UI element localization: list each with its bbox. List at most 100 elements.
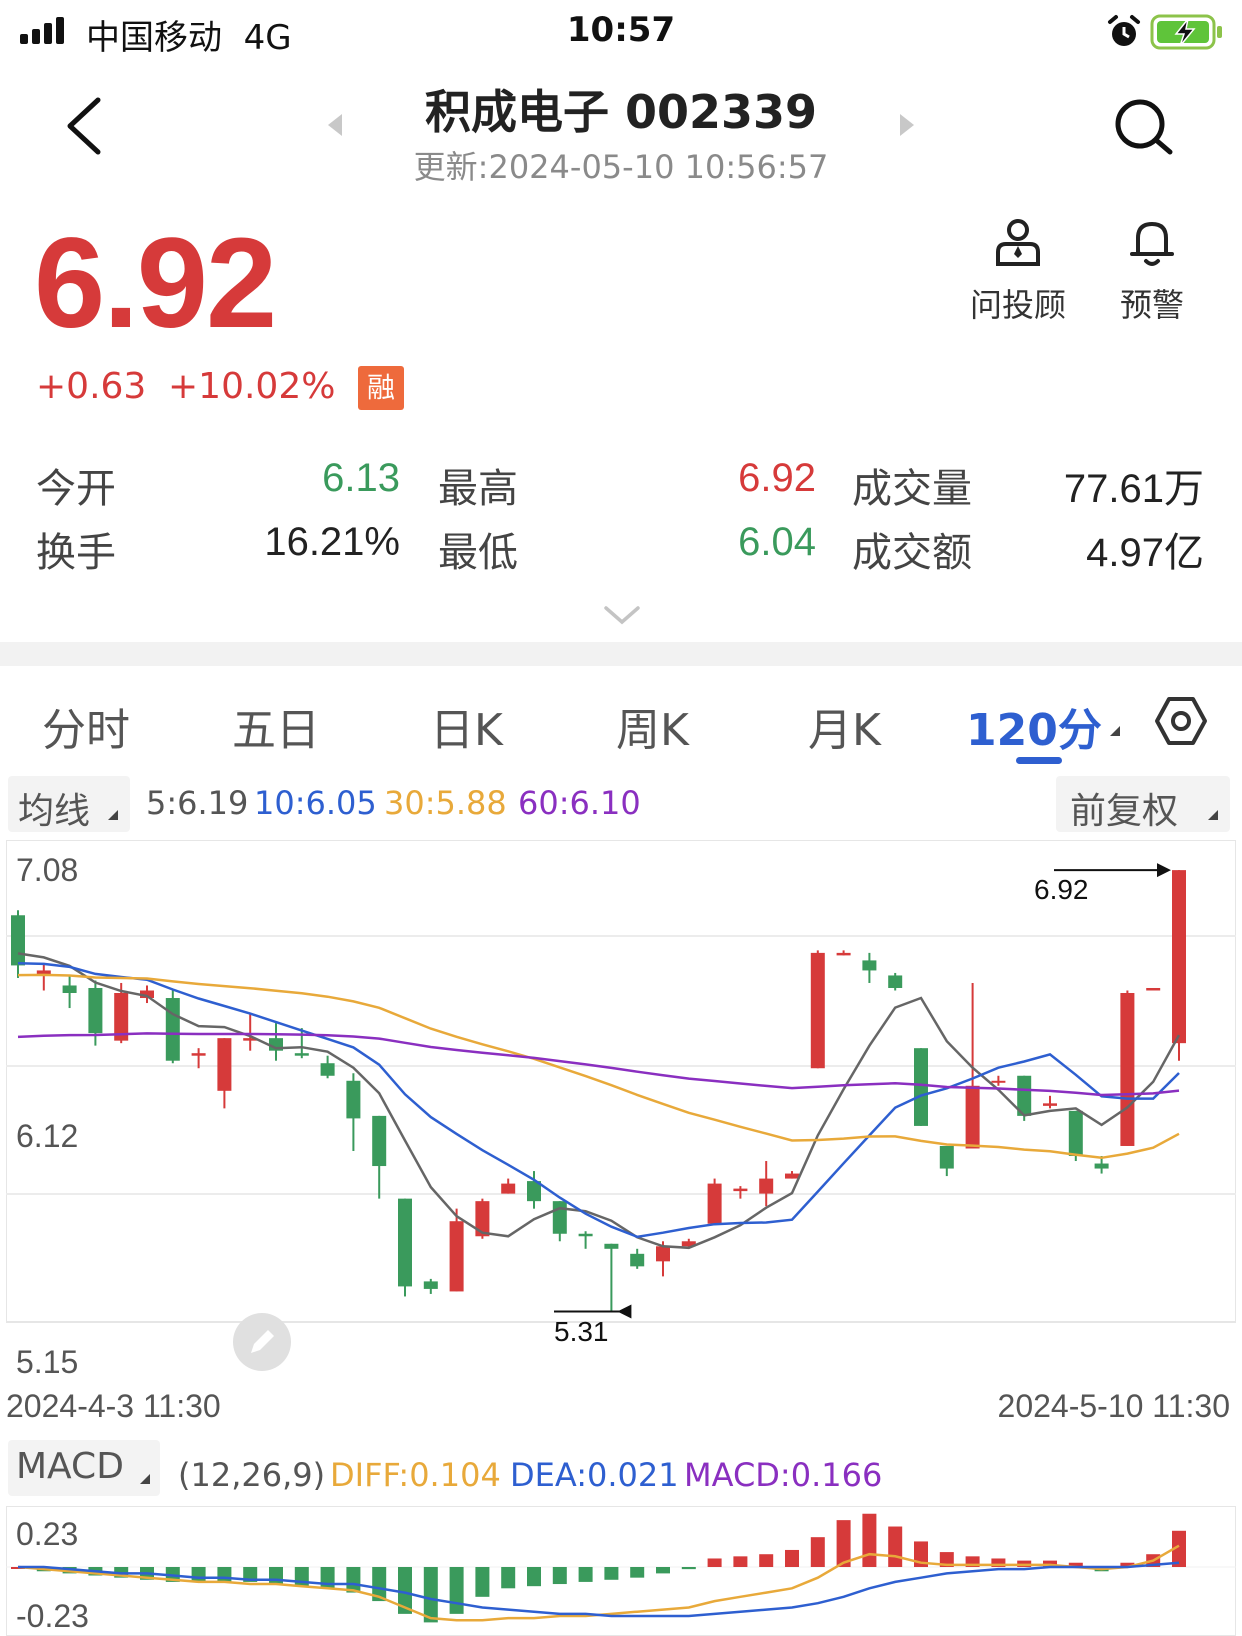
macd-bar [501, 1567, 516, 1589]
expand-chevron-icon[interactable] [602, 604, 642, 628]
candle-body [939, 1145, 954, 1169]
tab-intraday[interactable]: 分时 [42, 694, 130, 758]
macd-bar [759, 1554, 774, 1567]
tab-five-day[interactable]: 五日 [232, 694, 320, 758]
ma10-line [17, 961, 1180, 1239]
candle-body [630, 1253, 645, 1267]
macd-diff-value: DIFF:0.104 [330, 1456, 501, 1494]
alert-button[interactable]: 预警 [1092, 214, 1212, 326]
candle-body [1172, 870, 1186, 1044]
macd-bar [423, 1567, 438, 1623]
stat-value: 6.13 [322, 456, 400, 500]
ma60-value: 60:6.10 [518, 784, 641, 822]
margin-badge: 融 [358, 366, 404, 410]
macd-value: MACD:0.166 [684, 1456, 883, 1494]
back-button[interactable] [62, 96, 106, 156]
price-change: +0.63 [36, 366, 147, 407]
candle-body [914, 1048, 928, 1126]
macd-selector-label: MACD [16, 1446, 124, 1487]
candle-body [62, 985, 77, 994]
candle-body [191, 1053, 206, 1056]
battery-icon [1150, 14, 1222, 50]
search-icon[interactable] [1112, 96, 1176, 158]
tab-daily-k[interactable]: 日K [430, 694, 503, 758]
clock: 10:57 [566, 10, 676, 50]
macd-bar [552, 1567, 567, 1585]
candle-body [991, 1080, 1006, 1083]
candlestick-chart[interactable] [6, 840, 1236, 1380]
status-bar: 中国移动 4G 10:57 [0, 0, 1242, 64]
high-arrow-head [1157, 863, 1171, 878]
price-change-pct: +10.02% [168, 366, 336, 407]
y-axis-label-top: 7.08 [16, 852, 79, 888]
candle-body [1146, 987, 1161, 991]
candle-body [1043, 1103, 1057, 1106]
dropdown-triangle-icon [108, 810, 118, 820]
advisor-icon [996, 219, 1040, 266]
adjust-selector[interactable]: 前复权 [1056, 776, 1230, 832]
macd-chart[interactable] [6, 1506, 1236, 1636]
macd-bar [656, 1567, 670, 1574]
candle-body [656, 1246, 670, 1262]
tab-weekly-k[interactable]: 周K [616, 694, 689, 758]
alarm-icon [1108, 15, 1140, 46]
last-price: 6.92 [34, 212, 277, 355]
draw-tool-icon[interactable] [232, 1312, 292, 1372]
candle-body [372, 1115, 387, 1167]
x-axis-end-label: 2024-5-10 11:30 [997, 1388, 1230, 1424]
adjust-selector-label: 前复权 [1070, 791, 1179, 832]
ma60-line [17, 1032, 1180, 1097]
advisor-label: 问投顾 [969, 286, 1066, 324]
candle-body [1068, 1110, 1083, 1157]
tab-120min[interactable]: 120分 [966, 694, 1102, 758]
macd-bar [191, 1567, 206, 1582]
stat-value: 6.04 [738, 520, 816, 564]
diff-line [17, 1544, 1180, 1622]
stat-value: 4.97亿 [1086, 531, 1204, 575]
candle-body [398, 1198, 412, 1287]
stat-label: 今开 [36, 466, 116, 512]
ma10-value: 10:6.05 [254, 784, 377, 822]
macd-selector[interactable]: MACD [8, 1440, 160, 1496]
macd-bar [785, 1549, 799, 1567]
candle-body [604, 1243, 619, 1249]
settings-hexagon-icon[interactable] [1154, 694, 1208, 748]
candle-body [578, 1233, 593, 1237]
ma-selector[interactable]: 均线 [8, 776, 130, 832]
macd-bar [681, 1567, 696, 1570]
macd-bar [630, 1567, 645, 1578]
candle-body [810, 952, 825, 1069]
macd-bar [449, 1567, 464, 1614]
candle-body [320, 1063, 335, 1076]
macd-dea-value: DEA:0.021 [510, 1456, 679, 1494]
alert-label: 预警 [1119, 286, 1184, 324]
ma5-value: 5:6.19 [146, 784, 249, 822]
update-time: 更新:2024-05-10 10:56:57 [413, 148, 829, 186]
low-annotation: 5.31 [554, 1316, 609, 1347]
candle-body [862, 960, 877, 971]
candle-body [501, 1183, 516, 1194]
chart-frame [6, 840, 1236, 1323]
candle-body [965, 1085, 980, 1149]
macd-params: (12,26,9) [178, 1456, 326, 1494]
candle-body [785, 1173, 799, 1179]
macd-bar [862, 1513, 877, 1567]
page-title: 积成电子 002339 [424, 85, 818, 139]
next-stock-icon[interactable] [898, 112, 916, 138]
candle-body [888, 975, 903, 988]
candle-body [449, 1221, 464, 1292]
stat-value: 77.61万 [1063, 467, 1204, 511]
high-annotation: 6.92 [1034, 874, 1089, 905]
advisor-button[interactable]: 问投顾 [958, 214, 1078, 326]
candle-body [707, 1183, 722, 1224]
macd-bar [578, 1567, 593, 1582]
tab-monthly-k[interactable]: 月K [808, 694, 881, 758]
macd-bar [604, 1567, 619, 1580]
candle-body [759, 1178, 774, 1194]
candle-body [552, 1201, 567, 1234]
candle-body [294, 1053, 309, 1056]
stat-label: 最高 [438, 466, 518, 512]
macd-bar [888, 1526, 903, 1567]
macd-bar [346, 1567, 361, 1593]
y-axis-label-bottom: 5.15 [16, 1344, 79, 1380]
